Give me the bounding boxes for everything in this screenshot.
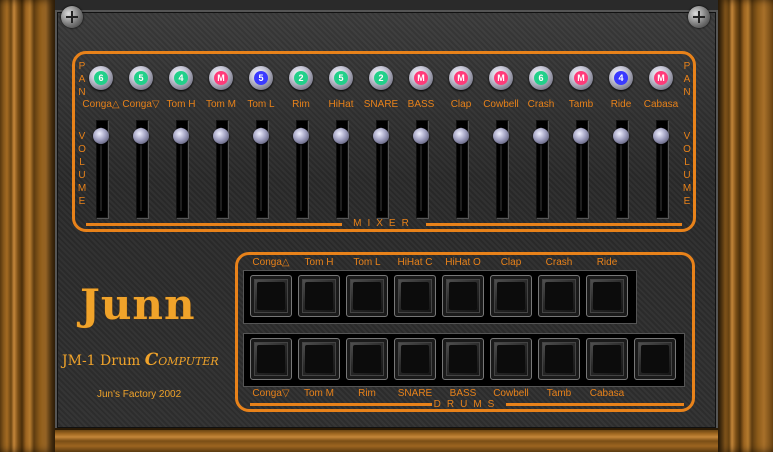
drum-pad[interactable] <box>586 338 628 380</box>
logo: Junn <box>80 280 196 329</box>
mixer-title: MIXER <box>86 218 682 230</box>
drum-pad[interactable] <box>634 338 676 380</box>
volume-slider-handle[interactable] <box>253 128 269 144</box>
drum-pad[interactable] <box>586 275 628 317</box>
drum-pad[interactable] <box>346 338 388 380</box>
drum-pad[interactable] <box>442 338 484 380</box>
volume-slider-handle[interactable] <box>93 128 109 144</box>
pan-knob[interactable]: 5 <box>249 66 273 90</box>
volume-slider-handle[interactable] <box>333 128 349 144</box>
model-name: JM-1 Drum COMPUTER <box>62 350 219 370</box>
pan-value: 5 <box>134 71 148 85</box>
volume-slider-handle[interactable] <box>573 128 589 144</box>
pan-value: 4 <box>174 71 188 85</box>
drum-pad[interactable] <box>394 275 436 317</box>
pan-value: M <box>574 71 588 85</box>
pan-label-left: PAN <box>78 61 86 98</box>
screw-icon <box>688 6 710 28</box>
pan-value: M <box>654 71 668 85</box>
model-prefix: JM-1 Drum <box>62 353 145 369</box>
pan-knob[interactable]: 5 <box>329 66 353 90</box>
volume-slider-handle[interactable] <box>213 128 229 144</box>
volume-slider-handle[interactable] <box>653 128 669 144</box>
drum-pad[interactable] <box>250 275 292 317</box>
right-wood-panel <box>718 0 773 452</box>
volume-slider-handle[interactable] <box>493 128 509 144</box>
volume-label-left: VOLUME <box>77 131 87 207</box>
pan-knob[interactable]: 4 <box>609 66 633 90</box>
pan-knob[interactable]: M <box>649 66 673 90</box>
drum-pad[interactable] <box>298 338 340 380</box>
drum-pad[interactable] <box>346 275 388 317</box>
pan-knob[interactable]: 6 <box>529 66 553 90</box>
pan-knob[interactable]: 4 <box>169 66 193 90</box>
drum-computer-window: PAN PAN VOLUME VOLUME 6 Conga△ 5 Conga▽ 4 Tom… <box>0 0 773 452</box>
volume-slider-handle[interactable] <box>293 128 309 144</box>
pan-knob[interactable]: M <box>569 66 593 90</box>
pan-value: M <box>414 71 428 85</box>
drums-title: DRUMS <box>250 398 684 410</box>
pan-knob[interactable]: M <box>449 66 473 90</box>
volume-slider-handle[interactable] <box>173 128 189 144</box>
pan-value: 4 <box>614 71 628 85</box>
channel-label: Cabasa <box>643 99 679 110</box>
drum-pad[interactable] <box>490 338 532 380</box>
drums-title-text: DRUMS <box>433 399 501 410</box>
pan-value: 5 <box>334 71 348 85</box>
pan-value: 5 <box>254 71 268 85</box>
pan-knob[interactable]: 2 <box>369 66 393 90</box>
screw-icon <box>61 6 83 28</box>
pan-knob[interactable]: M <box>409 66 433 90</box>
volume-slider-handle[interactable] <box>533 128 549 144</box>
drum-pad[interactable] <box>538 275 580 317</box>
pan-value: 2 <box>294 71 308 85</box>
model-rest: OMPUTER <box>158 355 219 368</box>
bottom-wood-panel <box>55 428 718 452</box>
pad-label: Ride <box>596 257 618 268</box>
pan-value: 6 <box>94 71 108 85</box>
drum-pad[interactable] <box>490 275 532 317</box>
pan-knob[interactable]: M <box>489 66 513 90</box>
drum-pad[interactable] <box>298 275 340 317</box>
pan-knob[interactable]: M <box>209 66 233 90</box>
drum-pad[interactable] <box>394 338 436 380</box>
pan-knob[interactable]: 2 <box>289 66 313 90</box>
volume-slider-handle[interactable] <box>133 128 149 144</box>
pan-value: M <box>214 71 228 85</box>
pan-value: M <box>454 71 468 85</box>
left-wood-panel <box>0 0 55 452</box>
volume-slider-handle[interactable] <box>373 128 389 144</box>
volume-slider-handle[interactable] <box>613 128 629 144</box>
pan-value: 2 <box>374 71 388 85</box>
pan-value: M <box>494 71 508 85</box>
pan-knob[interactable]: 5 <box>129 66 153 90</box>
drum-pad[interactable] <box>250 338 292 380</box>
pan-label-right: PAN <box>683 61 691 98</box>
volume-slider-handle[interactable] <box>413 128 429 144</box>
drum-pad[interactable] <box>442 275 484 317</box>
factory-label: Jun's Factory 2002 <box>97 389 182 400</box>
pan-value: 6 <box>534 71 548 85</box>
mixer-title-text: MIXER <box>353 218 415 229</box>
model-c: C <box>144 350 159 370</box>
drum-pad[interactable] <box>538 338 580 380</box>
pan-knob[interactable]: 6 <box>89 66 113 90</box>
volume-slider-handle[interactable] <box>453 128 469 144</box>
volume-label-right: VOLUME <box>682 131 692 207</box>
